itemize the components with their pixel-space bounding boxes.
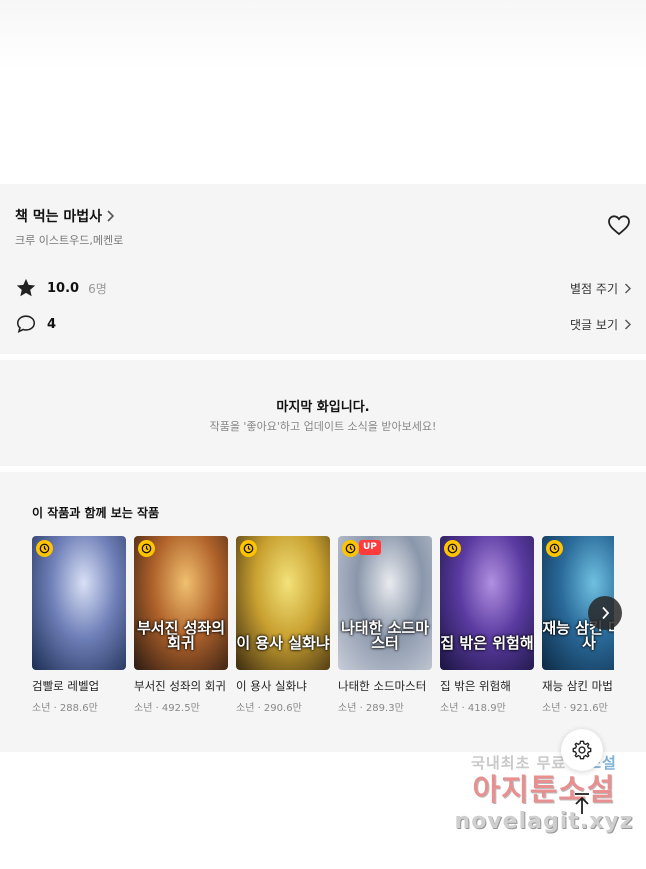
recommendation-card[interactable]: UP 나태한 소드마스터 나태한 소드마스터 소년 · 289.3만 bbox=[338, 536, 432, 714]
card-meta: 소년 · 492.5만 bbox=[134, 703, 200, 714]
site-watermark: 국내최초 무료 웹소설 아지툰소설 novelagit.xyz bbox=[446, 752, 642, 852]
card-title: 재능 삼킨 마법 bbox=[542, 679, 613, 693]
work-title: 책 먹는 마법사 bbox=[15, 209, 103, 225]
clock-badge-icon bbox=[444, 540, 461, 557]
settings-button[interactable] bbox=[561, 729, 603, 771]
view-comments-button[interactable]: 댓글 보기 bbox=[570, 316, 631, 333]
comment-count: 4 bbox=[47, 316, 57, 332]
card-meta: 소년 · 418.9만 bbox=[440, 703, 506, 714]
recommendation-card[interactable]: 집 밖은 위험해 집 밖은 위험해 소년 · 418.9만 bbox=[440, 536, 534, 714]
watermark-line-1a: 국내최초 무료 bbox=[471, 754, 573, 772]
chevron-right-icon bbox=[625, 283, 631, 293]
recommendation-card[interactable]: 부서진 성좌의 회귀 부서진 성좌의 회귀 소년 · 492.5만 bbox=[134, 536, 228, 714]
cover-title-text: 부서진 성좌의 회귀 bbox=[136, 618, 226, 653]
view-comments-label: 댓글 보기 bbox=[570, 317, 618, 332]
watermark-line-2: 아지툰소설 bbox=[472, 773, 616, 808]
clock-badge-icon bbox=[36, 540, 53, 557]
cover-image: 집 밖은 위험해 bbox=[440, 536, 534, 670]
watermark-line-3: novelagit.xyz bbox=[454, 809, 634, 834]
rate-button-label: 별점 주기 bbox=[570, 281, 618, 296]
recommendation-card[interactable]: 이 용사 실화냐 이 용사 실화냐 소년 · 290.6만 bbox=[236, 536, 330, 714]
chevron-right-icon bbox=[107, 210, 115, 222]
scroll-to-top-icon[interactable] bbox=[572, 792, 592, 816]
clock-badge-icon bbox=[240, 540, 257, 557]
last-episode-title: 마지막 화입니다. bbox=[276, 400, 370, 415]
work-info-panel: 책 먹는 마법사 크루 이스트우드,메켄로 10.0 6명 별점 주기 4 댓글… bbox=[0, 184, 646, 354]
star-icon bbox=[16, 278, 36, 297]
recommendations-section: 이 작품과 함께 보는 작품 검빨로 레벨업 소년 · 288.6만 부서진 성… bbox=[0, 472, 646, 752]
up-badge: UP bbox=[359, 540, 381, 555]
watermark-line-1: 국내최초 무료 웹소설 bbox=[446, 752, 642, 773]
rate-button[interactable]: 별점 주기 bbox=[570, 280, 631, 297]
cover-title-text: 나태한 소드마스터 bbox=[340, 618, 430, 653]
clock-badge-icon bbox=[342, 540, 359, 557]
work-title-link[interactable]: 책 먹는 마법사 bbox=[15, 206, 115, 226]
rating-value: 10.0 bbox=[47, 280, 80, 296]
comment-row: 4 댓글 보기 bbox=[15, 312, 631, 336]
card-title: 부서진 성좌의 회귀 bbox=[134, 679, 226, 693]
last-episode-subtitle: 작품을 '좋아요'하고 업데이트 소식을 받아보세요! bbox=[209, 420, 437, 433]
recommendation-card[interactable]: 검빨로 레벨업 소년 · 288.6만 bbox=[32, 536, 126, 714]
card-meta: 소년 · 288.6만 bbox=[32, 703, 98, 714]
cover-image: 부서진 성좌의 회귀 bbox=[134, 536, 228, 670]
recommendations-carousel: 검빨로 레벨업 소년 · 288.6만 부서진 성좌의 회귀 부서진 성좌의 회… bbox=[32, 536, 614, 746]
card-meta: 소년 · 290.6만 bbox=[236, 703, 302, 714]
last-episode-notice: 마지막 화입니다. 작품을 '좋아요'하고 업데이트 소식을 받아보세요! bbox=[0, 360, 646, 466]
card-title: 나태한 소드마스터 bbox=[338, 679, 427, 693]
card-title: 집 밖은 위험해 bbox=[440, 679, 511, 693]
work-authors: 크루 이스트우드,메켄로 bbox=[15, 234, 124, 247]
comment-bubble-icon bbox=[16, 315, 36, 333]
carousel-next-button[interactable] bbox=[588, 596, 622, 630]
chevron-right-icon bbox=[601, 606, 609, 620]
card-meta: 소년 · 289.3만 bbox=[338, 703, 404, 714]
card-title: 검빨로 레벨업 bbox=[32, 679, 100, 693]
cover-image: 이 용사 실화냐 bbox=[236, 536, 330, 670]
cover-title-text: 집 밖은 위험해 bbox=[440, 634, 534, 653]
content-end-area bbox=[0, 0, 646, 184]
card-title: 이 용사 실화냐 bbox=[236, 679, 307, 693]
card-meta: 소년 · 921.6만 bbox=[542, 703, 608, 714]
cover-image: UP 나태한 소드마스터 bbox=[338, 536, 432, 670]
clock-badge-icon bbox=[546, 540, 563, 557]
chevron-right-icon bbox=[625, 319, 631, 329]
clock-badge-icon bbox=[138, 540, 155, 557]
cover-image bbox=[32, 536, 126, 670]
recommendations-heading: 이 작품과 함께 보는 작품 bbox=[32, 506, 160, 520]
rating-row: 10.0 6명 별점 주기 bbox=[15, 276, 631, 300]
gear-icon bbox=[572, 740, 592, 760]
cover-title-text: 이 용사 실화냐 bbox=[236, 634, 330, 653]
like-heart-icon[interactable] bbox=[607, 214, 631, 236]
rating-count: 6명 bbox=[88, 281, 107, 296]
